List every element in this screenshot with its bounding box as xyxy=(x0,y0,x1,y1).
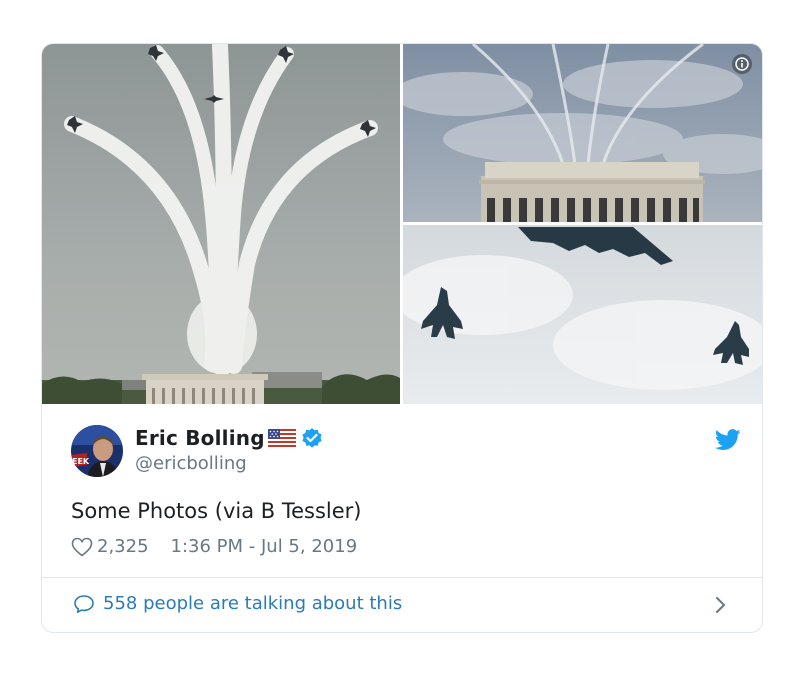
tweet-author-header: EEK Eric Bolling @ericbolling xyxy=(71,425,741,481)
tweet-media-grid[interactable] xyxy=(42,44,762,404)
like-count[interactable]: 2,325 xyxy=(97,536,149,557)
conversation-link[interactable]: 558 people are talking about this xyxy=(73,593,402,614)
us-flag-emoji-icon xyxy=(267,429,296,447)
author-name-row: Eric Bolling xyxy=(135,426,323,450)
conversation-footer[interactable]: 558 people are talking about this xyxy=(42,578,762,632)
svg-text:EEK: EEK xyxy=(72,457,90,466)
tweet-meta: 2,325 1:36 PM - Jul 5, 2019 xyxy=(71,536,357,557)
speech-bubble-icon xyxy=(73,594,95,614)
author-avatar[interactable]: EEK xyxy=(71,425,123,477)
author-name[interactable]: Eric Bolling xyxy=(135,426,265,450)
conversation-text: 558 people are talking about this xyxy=(103,593,403,614)
tweet-text: Some Photos (via B Tessler) xyxy=(71,499,362,523)
info-icon[interactable] xyxy=(732,54,752,74)
photo-jets-smoke-trails[interactable] xyxy=(42,44,400,404)
tweet-timestamp[interactable]: 1:36 PM - Jul 5, 2019 xyxy=(171,536,358,557)
photo-bomber-fighters[interactable] xyxy=(403,225,762,404)
chevron-right-icon[interactable] xyxy=(714,595,728,615)
author-handle[interactable]: @ericbolling xyxy=(135,453,247,474)
heart-icon[interactable] xyxy=(71,537,93,557)
twitter-bird-icon[interactable] xyxy=(714,429,741,451)
embedded-tweet-card[interactable]: EEK Eric Bolling @ericbolling Some Photo… xyxy=(41,43,763,633)
photo-memorial-trails[interactable] xyxy=(403,44,762,222)
verified-badge-icon xyxy=(301,427,323,449)
